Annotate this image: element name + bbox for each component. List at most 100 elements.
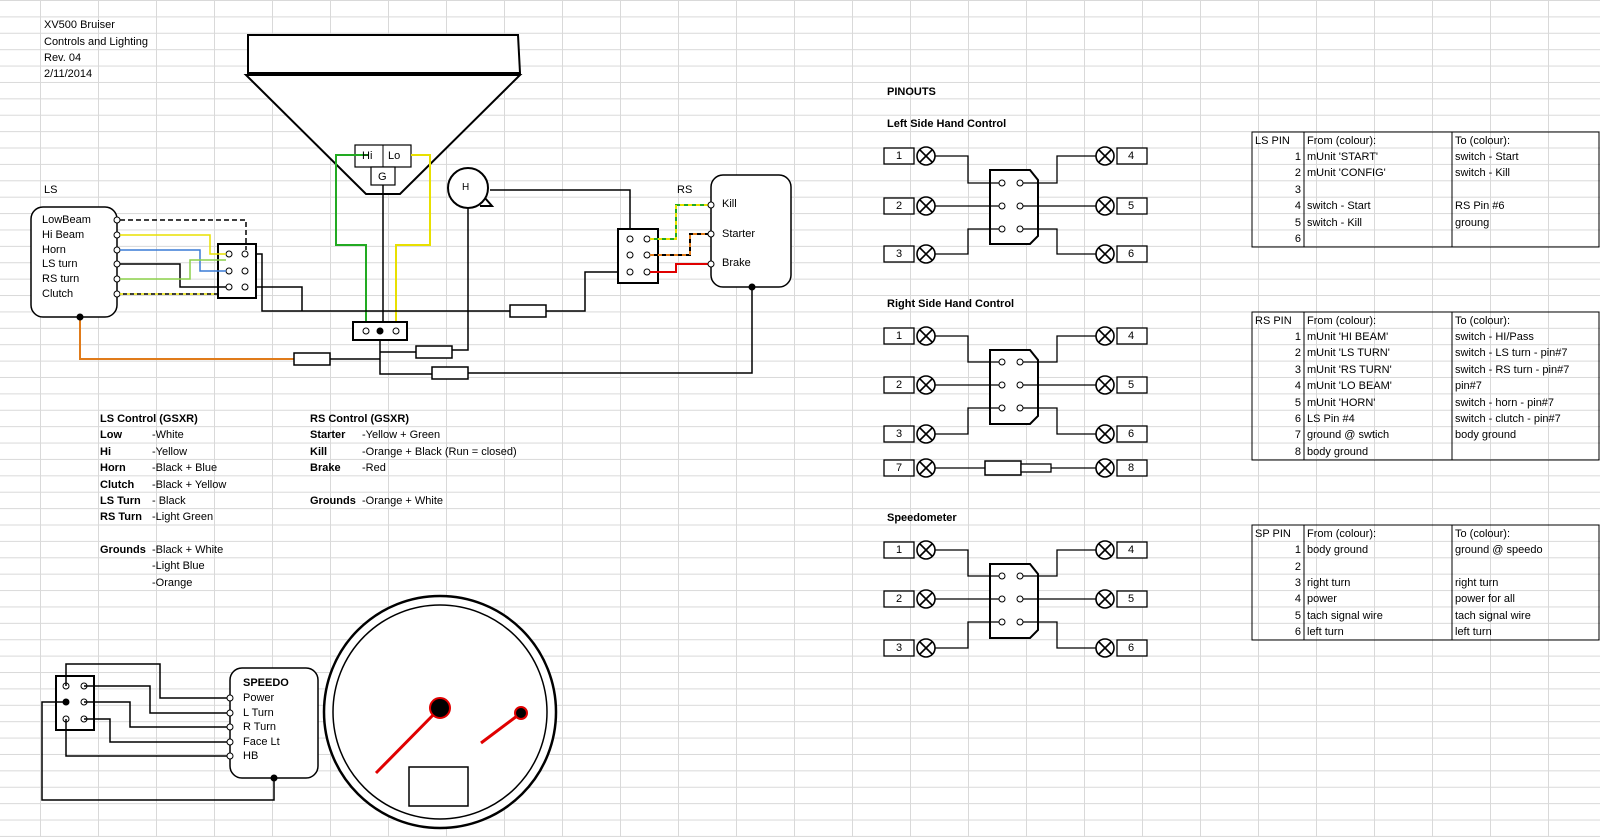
rs-item-kill: Kill <box>722 198 737 210</box>
ls-control-key: RS Turn <box>100 511 142 523</box>
pin-label: 6 <box>1128 642 1135 654</box>
table-cell: groung <box>1455 217 1490 229</box>
pin-label: 1 <box>896 330 903 342</box>
table-cell: switch - HI/Pass <box>1455 331 1534 343</box>
table-header: To (colour): <box>1455 528 1511 540</box>
table-cell: switch - Kill <box>1307 217 1363 229</box>
table-cell: switch - Start <box>1307 200 1371 212</box>
table-cell: 6 <box>1294 626 1301 638</box>
horn-label: H <box>462 182 470 193</box>
doc-title: XV500 Bruiser <box>44 19 115 31</box>
table-cell: switch - clutch - pin#7 <box>1455 413 1561 425</box>
ls-control-title: LS Control (GSXR) <box>100 413 198 425</box>
pinouts-title: PINOUTS <box>887 86 936 98</box>
table-cell: 5 <box>1294 397 1301 409</box>
table-cell: right turn <box>1307 577 1351 589</box>
headlight-lo-label: Lo <box>388 150 401 162</box>
ls-control-value: -White <box>152 429 184 441</box>
table-cell: 4 <box>1294 593 1301 605</box>
pinout-right-side <box>883 326 1148 478</box>
table-cell: 6 <box>1294 413 1301 425</box>
headlight-hi-label: Hi <box>362 150 373 162</box>
table-header: RS PIN <box>1255 315 1292 327</box>
ls-control-key: Hi <box>100 446 111 458</box>
table-cell: switch - LS turn - pin#7 <box>1455 347 1568 359</box>
table-cell: mUnit 'CONFIG' <box>1307 167 1386 179</box>
table-cell: 3 <box>1294 184 1301 196</box>
pin-label: 7 <box>896 462 903 474</box>
pin-label: 1 <box>896 150 903 162</box>
ls-control-key: Clutch <box>100 479 135 491</box>
ls-item-hibeam: Hi Beam <box>42 229 85 241</box>
table-cell: tach signal wire <box>1307 610 1383 622</box>
rs-grounds-label: Grounds <box>310 495 356 507</box>
ls-control-value: - Black <box>152 495 186 507</box>
ls-item-lowbeam: LowBeam <box>42 214 91 226</box>
speedo-item-facelt: Face Lt <box>243 736 280 748</box>
ls-control-value: -Black + Blue <box>152 462 218 474</box>
speedometer-gauge <box>322 594 558 830</box>
table-cell: 4 <box>1294 200 1301 212</box>
pin-label: 4 <box>1128 330 1135 342</box>
ls-ground-value: -Black + White <box>152 544 224 556</box>
rs-label: RS <box>677 184 693 196</box>
ls-grounds-label: Grounds <box>100 544 146 556</box>
ls-item-horn: Horn <box>42 244 66 256</box>
table-cell: switch - RS turn - pin#7 <box>1455 364 1570 376</box>
table-cell: 2 <box>1294 347 1301 359</box>
ls-item-rsturn: RS turn <box>42 273 80 285</box>
table-cell: 3 <box>1294 364 1301 376</box>
table-cell: mUnit 'HORN' <box>1307 397 1376 409</box>
speedo-item-lturn: L Turn <box>243 707 274 719</box>
pin-label: 5 <box>1128 379 1135 391</box>
ls-item-clutch: Clutch <box>42 288 74 300</box>
pin-label: 3 <box>896 248 903 260</box>
table-cell: 4 <box>1294 380 1301 392</box>
table-cell: ground @ speedo <box>1455 544 1543 556</box>
pin-label: 5 <box>1128 593 1135 605</box>
ls-item-lsturn: LS turn <box>42 258 78 270</box>
table-cell: tach signal wire <box>1455 610 1531 622</box>
doc-subtitle: Controls and Lighting <box>44 36 148 48</box>
table-cell: ground @ swtich <box>1307 429 1390 441</box>
pin-label: 2 <box>896 200 903 212</box>
rs-item-starter: Starter <box>722 228 756 240</box>
table-cell: 2 <box>1294 167 1301 179</box>
ls-control-key: Low <box>100 429 122 441</box>
horn <box>447 167 495 209</box>
speedo-item-power: Power <box>243 692 275 704</box>
doc-date: 2/11/2014 <box>44 68 93 80</box>
table-cell: 1 <box>1294 331 1301 343</box>
headlight-g-label: G <box>378 171 387 183</box>
table-cell: 6 <box>1294 233 1301 245</box>
pin-label: 3 <box>896 642 903 654</box>
table-header: To (colour): <box>1455 135 1511 147</box>
table-cell: LS Pin #4 <box>1307 413 1355 425</box>
ls-control-key: LS Turn <box>100 495 141 507</box>
speedo-connector <box>55 675 95 731</box>
table-header: From (colour): <box>1307 528 1377 540</box>
table-cell: power <box>1307 593 1337 605</box>
table-cell: 1 <box>1294 151 1301 163</box>
doc-revision: Rev. 04 <box>44 52 82 64</box>
rs-control-value: -Yellow + Green <box>362 429 441 441</box>
table-cell: pin#7 <box>1455 380 1482 392</box>
table-cell: mUnit 'LS TURN' <box>1307 347 1390 359</box>
left-side-title: Left Side Hand Control <box>887 118 1007 130</box>
table-cell: mUnit 'START' <box>1307 151 1379 163</box>
ls-label: LS <box>44 184 58 196</box>
table-cell: body ground <box>1455 429 1517 441</box>
table-cell: mUnit 'RS TURN' <box>1307 364 1392 376</box>
table-cell: switch - Start <box>1455 151 1519 163</box>
wiring-diagram <box>30 34 1600 830</box>
table-cell: body ground <box>1307 544 1369 556</box>
table-cell: power for all <box>1455 593 1515 605</box>
pin-label: 1 <box>896 544 903 556</box>
speedo-item-rturn: R Turn <box>243 721 277 733</box>
ls-control-value: -Black + Yellow <box>152 479 227 491</box>
rs-control-value: -Orange + Black (Run = closed) <box>362 446 517 458</box>
pinout-left-side <box>883 146 1148 264</box>
table-cell: 3 <box>1294 577 1301 589</box>
ls-control-value: -Light Green <box>152 511 214 523</box>
speedometer-title: Speedometer <box>887 512 957 524</box>
